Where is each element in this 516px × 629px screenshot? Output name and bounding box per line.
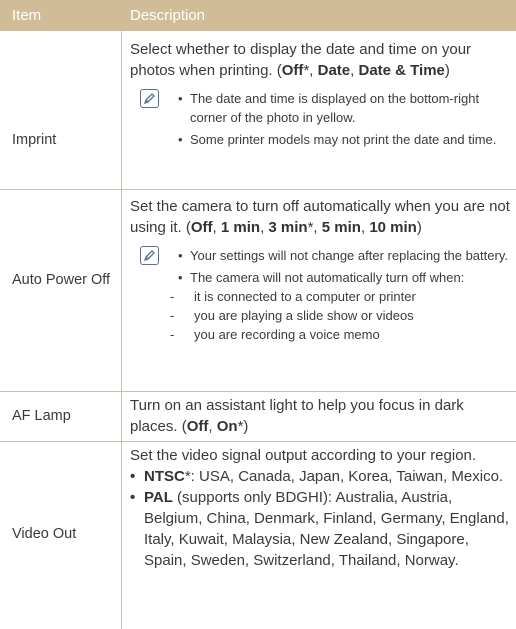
note-item: Some printer models may not print the da… [178, 130, 508, 149]
row-separator [0, 391, 516, 392]
row-af-lamp-item: AF Lamp [12, 408, 71, 424]
row-video-out-description: Set the video signal output according to… [130, 445, 510, 571]
bullet-ntsc: NTSC*: USA, Canada, Japan, Korea, Taiwan… [130, 466, 510, 487]
note-subitem: it is connected to a computer or printer [170, 287, 508, 306]
note-item: The camera will not automatically turn o… [178, 268, 508, 287]
row-separator [0, 189, 516, 190]
note-subitem: you are recording a voice memo [170, 325, 508, 344]
note-subitem: you are playing a slide show or videos [170, 306, 508, 325]
row-imprint-description: Select whether to display the date and t… [130, 41, 472, 79]
header-description: Description [130, 7, 206, 24]
row-separator [0, 441, 516, 442]
row-auto-power-off-description: Set the camera to turn off automatically… [130, 198, 510, 236]
row-auto-power-off-item: Auto Power Off [12, 272, 111, 288]
note-item: Your settings will not change after repl… [178, 246, 508, 265]
bullet-pal: PAL (supports only BDGHI): Australia, Au… [130, 487, 510, 571]
row-af-lamp-description: Turn on an assistant light to help you f… [130, 397, 464, 435]
note-item: The date and time is displayed on the bo… [178, 89, 508, 127]
note-pencil-icon [140, 89, 159, 108]
table-header: Item Description [0, 0, 516, 31]
row-video-out-item: Video Out [12, 526, 77, 542]
note-pencil-icon [140, 246, 159, 265]
row-imprint-item: Imprint [12, 132, 57, 148]
header-item: Item [12, 7, 42, 24]
column-divider [121, 31, 122, 629]
